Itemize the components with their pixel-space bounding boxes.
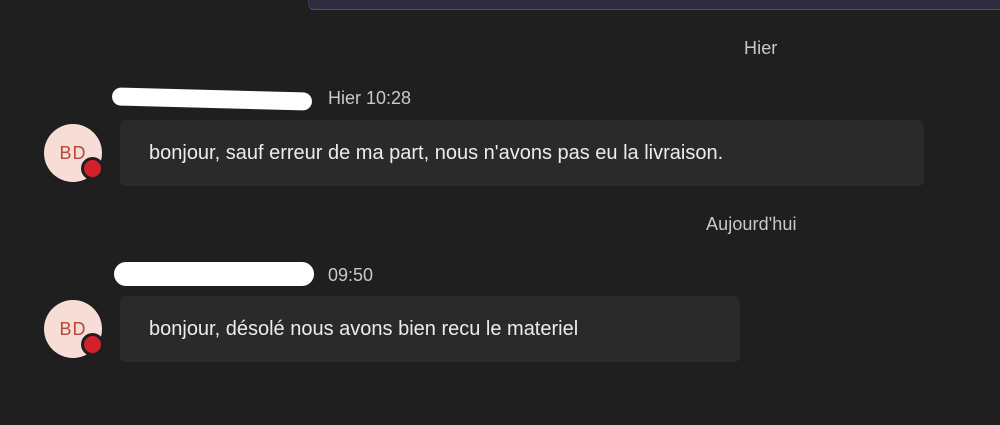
message-text: bonjour, désolé nous avons bien recu le … xyxy=(149,317,579,340)
top-bar xyxy=(308,0,1000,10)
day-divider-yesterday: Hier xyxy=(744,38,778,58)
avatar-initials: BD xyxy=(59,318,87,339)
presence-busy-icon xyxy=(81,157,104,180)
message-timestamp[interactable]: 09:50 xyxy=(328,265,373,286)
message-bubble[interactable]: bonjour, sauf erreur de ma part, nous n'… xyxy=(120,120,924,186)
avatar[interactable]: BD xyxy=(44,300,104,358)
message-bubble[interactable]: bonjour, désolé nous avons bien recu le … xyxy=(120,296,740,362)
day-divider-today: Aujourd'hui xyxy=(706,214,797,234)
redacted-sender-name xyxy=(111,87,313,111)
message-timestamp[interactable]: Hier 10:28 xyxy=(328,88,411,109)
message-header: 09:50 xyxy=(112,260,402,288)
avatar-initials: BD xyxy=(59,142,87,163)
avatar[interactable]: BD xyxy=(44,124,104,182)
message-header: Hier 10:28 xyxy=(111,86,452,114)
message-text: bonjour, sauf erreur de ma part, nous n'… xyxy=(149,141,724,164)
redacted-sender-name xyxy=(114,262,314,286)
presence-busy-icon xyxy=(81,333,104,356)
